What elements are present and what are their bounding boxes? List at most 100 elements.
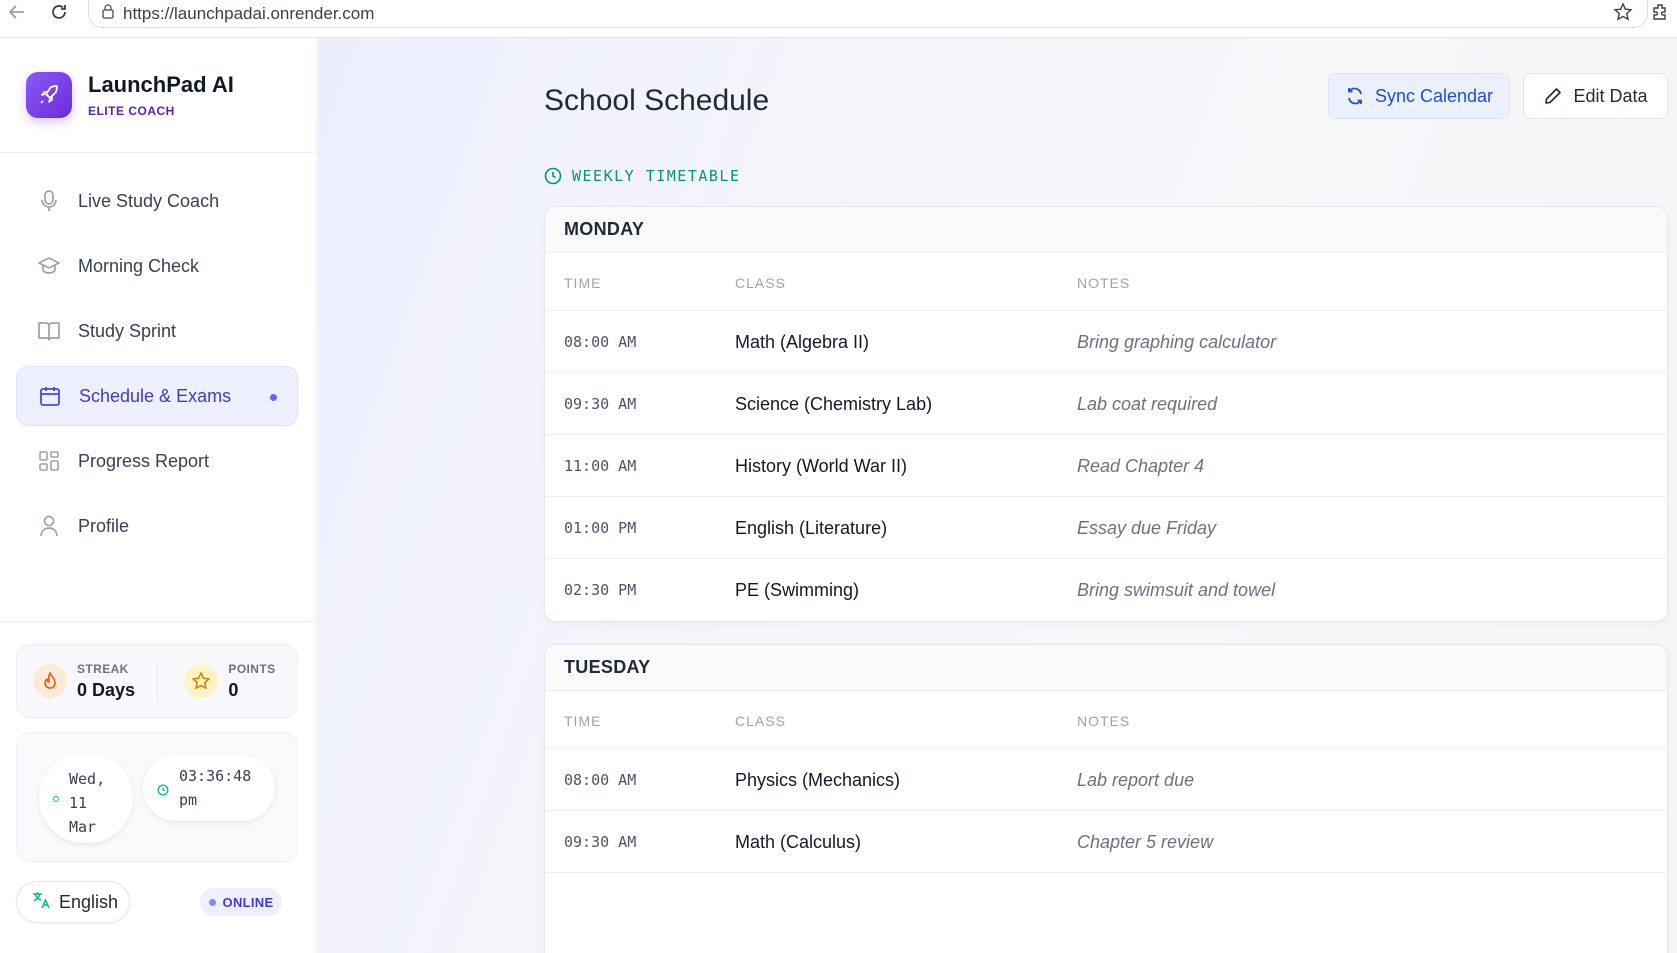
cell-notes: Read Chapter 4: [1077, 456, 1205, 476]
sidebar-item-label: Study Sprint: [78, 320, 177, 341]
section-heading: WEEKLY TIMETABLE: [544, 167, 741, 185]
cell-notes: Lab report due: [1077, 770, 1195, 790]
main-content: School Schedule Sync Calendar Edit Data …: [318, 38, 1677, 953]
sync-calendar-label: Sync Calendar: [1374, 85, 1494, 106]
lock-icon: [101, 3, 115, 24]
cell-time: 01:00 PM: [564, 519, 637, 537]
date-display: Wed, 11 Mar: [39, 753, 133, 843]
sidebar-item-label: Schedule & Exams: [79, 385, 232, 406]
brand-title: LaunchPad AI: [88, 72, 234, 97]
edit-data-label: Edit Data: [1573, 85, 1648, 106]
sidebar-item-morning-check[interactable]: Morning Check: [16, 236, 298, 296]
graduation-cap-icon: [36, 253, 62, 279]
table-row[interactable]: 02:30 PM PE (Swimming) Bring swimsuit an…: [545, 559, 1667, 621]
cell-class: Science (Chemistry Lab): [735, 394, 933, 414]
table-header: TIME CLASS NOTES: [545, 253, 1667, 311]
column-time: TIME: [564, 713, 602, 729]
brand[interactable]: LaunchPad AI ELITE COACH: [26, 72, 234, 118]
sync-icon: [1348, 87, 1362, 105]
column-notes: NOTES: [1077, 275, 1131, 291]
cell-notes: Chapter 5 review: [1077, 832, 1214, 852]
flame-icon: [33, 664, 67, 698]
streak-value: 0 Days: [77, 679, 136, 700]
streak-label: STREAK: [77, 661, 129, 676]
cell-notes: Bring swimsuit and towel: [1077, 580, 1276, 600]
cell-time: 09:30 AM: [564, 395, 637, 413]
sidebar-item-label: Morning Check: [78, 255, 200, 276]
day-card-monday: MONDAY TIME CLASS NOTES 08:00 AM Math (A…: [544, 206, 1668, 622]
back-arrow-icon[interactable]: [2, 0, 32, 27]
url-text: https://launchpadai.onrender.com: [123, 3, 375, 23]
calendar-icon: [37, 383, 63, 409]
points-stat: POINTS 0: [158, 662, 297, 701]
table-row[interactable]: 01:00 PM English (Literature) Essay due …: [545, 497, 1667, 559]
book-icon: [36, 318, 62, 344]
day-title: TUESDAY: [545, 645, 1667, 691]
cell-time: 02:30 PM: [564, 581, 637, 599]
time-meridiem: pm: [179, 791, 198, 809]
cell-class: Physics (Mechanics): [735, 770, 901, 790]
table-row[interactable]: 09:30 AM Math (Calculus) Chapter 5 revie…: [545, 811, 1667, 873]
date-weekday: Wed,: [69, 770, 106, 788]
page-title: School Schedule: [544, 84, 770, 117]
bookmark-star-icon[interactable]: [1608, 0, 1638, 27]
date-month: Mar: [69, 818, 97, 836]
sync-calendar-button[interactable]: Sync Calendar: [1328, 73, 1510, 119]
cell-class: English (Literature): [735, 518, 888, 538]
day-card-tuesday: TUESDAY TIME CLASS NOTES 08:00 AM Physic…: [544, 644, 1668, 953]
cell-time: 08:00 AM: [564, 333, 637, 351]
clock-card: Wed, 11 Mar 03:36:48 pm: [16, 732, 298, 862]
sidebar-item-progress-report[interactable]: Progress Report: [16, 431, 298, 491]
sidebar-item-label: Profile: [78, 515, 130, 536]
column-time: TIME: [564, 275, 602, 291]
status-text: ONLINE: [222, 894, 274, 910]
star-icon: [184, 664, 219, 698]
cell-notes: Bring graphing calculator: [1077, 332, 1277, 352]
divider: [0, 621, 316, 622]
sidebar-item-label: Live Study Coach: [78, 190, 220, 211]
extensions-icon[interactable]: [1645, 0, 1675, 27]
sidebar-nav: Live Study Coach Morning Check Study Spr…: [16, 171, 298, 561]
table-row[interactable]: 08:00 AM Math (Algebra II) Bring graphin…: [545, 311, 1667, 373]
sidebar-item-schedule-exams[interactable]: Schedule & Exams: [16, 366, 298, 426]
language-button[interactable]: English: [16, 881, 130, 923]
reload-icon[interactable]: [44, 0, 74, 27]
status-badge: ONLINE: [200, 888, 282, 916]
clock-icon: [157, 782, 169, 800]
table-row[interactable]: 11:00 AM History (World War II) Read Cha…: [545, 435, 1667, 497]
language-label: English: [59, 891, 119, 912]
user-icon: [36, 513, 62, 539]
cell-time: 08:00 AM: [564, 771, 637, 789]
time-value: 03:36:48: [179, 767, 252, 785]
cell-time: 11:00 AM: [564, 457, 637, 475]
table-row[interactable]: 09:30 AM Science (Chemistry Lab) Lab coa…: [545, 373, 1667, 435]
pencil-icon: [1545, 88, 1562, 104]
sidebar-item-label: Progress Report: [78, 450, 210, 471]
column-class: CLASS: [735, 275, 786, 291]
clock-icon: [544, 167, 562, 185]
sidebar-item-live-study-coach[interactable]: Live Study Coach: [16, 171, 298, 231]
online-dot-icon: [208, 898, 216, 906]
date-day: 11: [69, 794, 88, 812]
address-bar[interactable]: https://launchpadai.onrender.com: [88, 0, 1648, 28]
sidebar-item-profile[interactable]: Profile: [16, 496, 298, 556]
grid-icon: [36, 448, 62, 474]
translate-icon: [31, 890, 51, 915]
streak-stat: STREAK 0 Days: [17, 662, 155, 701]
cell-time: 09:30 AM: [564, 833, 637, 851]
browser-toolbar: https://launchpadai.onrender.com: [0, 0, 1677, 38]
points-label: POINTS: [228, 661, 276, 676]
cell-class: PE (Swimming): [735, 580, 860, 600]
cell-class: History (World War II): [735, 456, 908, 476]
edit-data-button[interactable]: Edit Data: [1523, 73, 1668, 119]
sidebar-item-study-sprint[interactable]: Study Sprint: [16, 301, 298, 361]
stats-card: STREAK 0 Days POINTS 0: [16, 644, 298, 718]
column-class: CLASS: [735, 713, 786, 729]
time-display: 03:36:48 pm: [143, 755, 275, 821]
brand-subtitle: ELITE COACH: [88, 104, 175, 118]
table-header: TIME CLASS NOTES: [545, 691, 1667, 749]
cell-class: Math (Algebra II): [735, 332, 870, 352]
status-dot-icon: [53, 796, 59, 802]
table-row[interactable]: 08:00 AM Physics (Mechanics) Lab report …: [545, 749, 1667, 811]
active-indicator-dot: [270, 394, 277, 401]
